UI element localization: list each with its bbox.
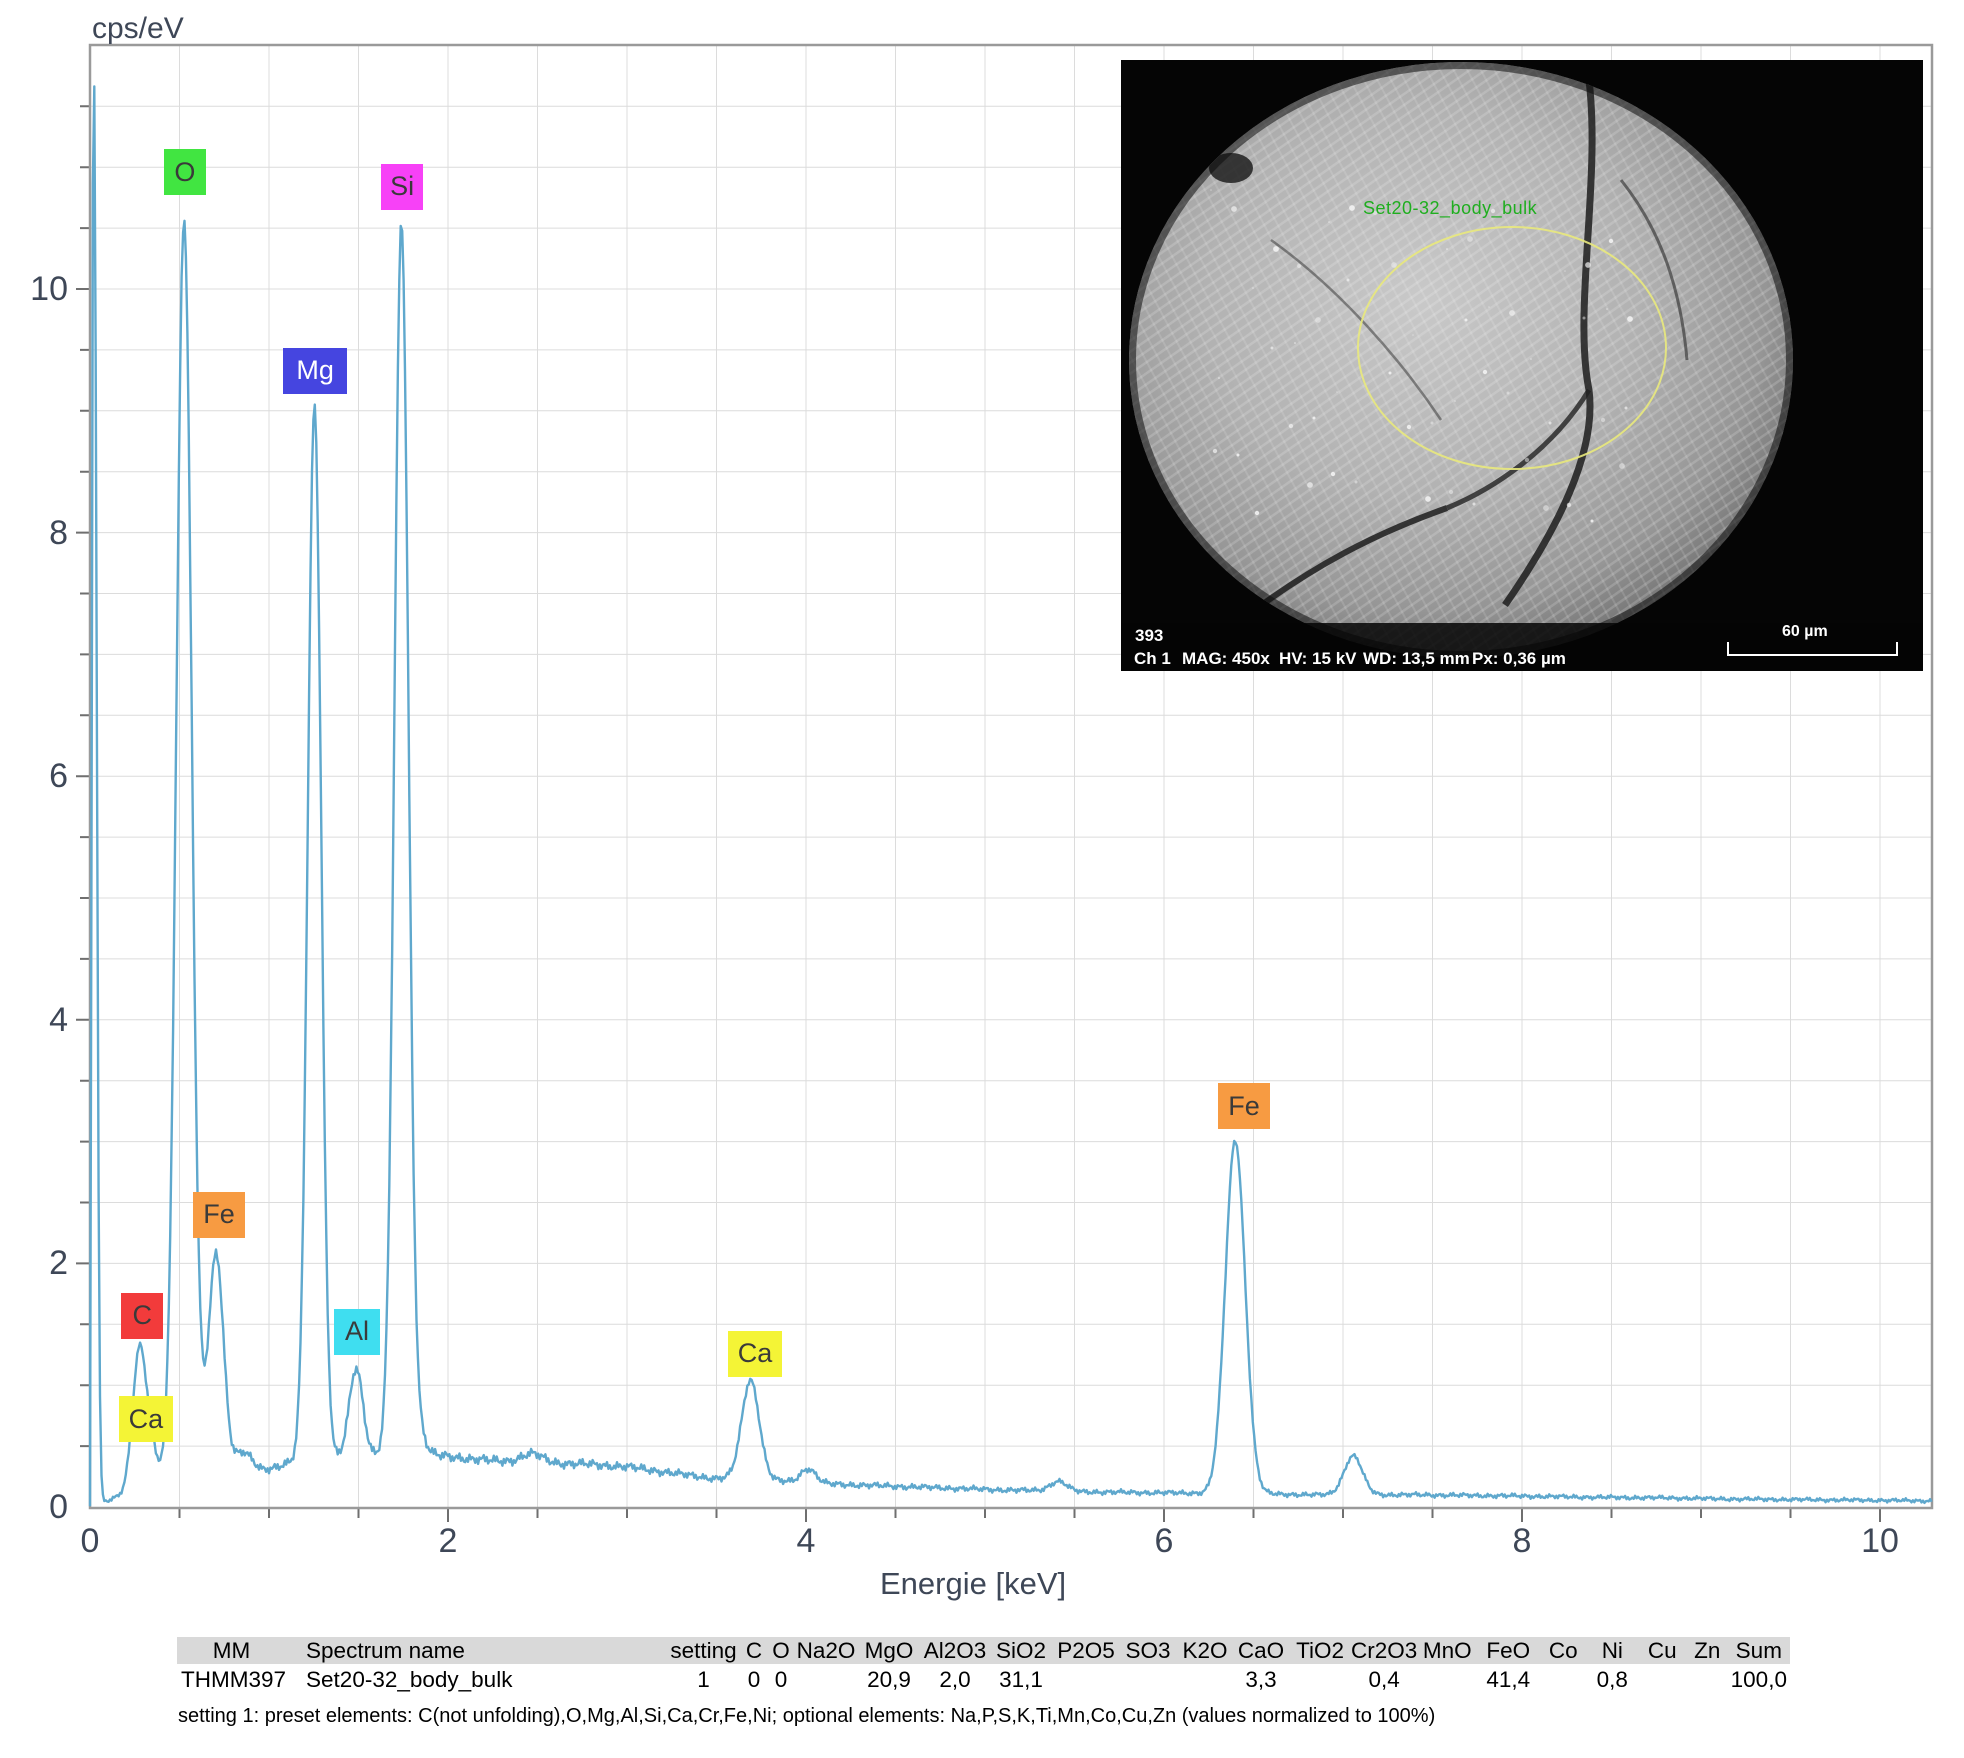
- table-header-cell: TiO2: [1289, 1637, 1352, 1664]
- sem-info-2: HV: 15 kV: [1279, 649, 1357, 668]
- scale-bar-cap-right: [1896, 642, 1898, 656]
- x-tick-label: 6: [1154, 1522, 1174, 1560]
- table-cell: 0,4: [1368, 1666, 1400, 1692]
- table-cell: 41,4: [1486, 1666, 1531, 1692]
- table-cell: 0: [747, 1666, 761, 1692]
- element-marker-c-0: C: [121, 1292, 164, 1339]
- table-header-cell: Zn: [1687, 1637, 1728, 1664]
- x-tick-label: 4: [796, 1522, 816, 1560]
- x-tick-label: 10: [1861, 1522, 1899, 1560]
- table-header-cell: K2O: [1177, 1637, 1234, 1664]
- table-cell: 31,1: [999, 1666, 1043, 1692]
- table-cell: 100,0: [1730, 1666, 1787, 1692]
- x-tick-label: 2: [438, 1522, 458, 1560]
- y-tick-label: 4: [49, 1000, 68, 1039]
- x-axis-title: Energie [keV]: [880, 1566, 1067, 1601]
- scale-bar: [1727, 654, 1898, 656]
- y-axis-title: cps/eV: [92, 12, 184, 45]
- scale-bar-label: 60 µm: [1782, 623, 1828, 640]
- element-marker-fe-3: Fe: [193, 1191, 246, 1238]
- table-cell: [1417, 1664, 1477, 1695]
- table-cell: 20,9: [867, 1666, 911, 1692]
- element-marker-si-6: Si: [381, 163, 424, 210]
- element-marker-o-2: O: [163, 149, 206, 196]
- table-header-cell: Cr2O3: [1351, 1637, 1418, 1664]
- element-marker-fe-8: Fe: [1218, 1083, 1270, 1130]
- table-header-cell: Cu: [1637, 1637, 1688, 1664]
- table-header-cell: SiO2: [989, 1637, 1054, 1664]
- table-cell: [1053, 1664, 1119, 1695]
- table-header-cell: C: [741, 1637, 768, 1664]
- sem-metadata: Ch 1 MAG: 450x HV: 15 kV WD: 13,5 mm Px: 0,3…: [1121, 649, 1923, 669]
- sem-sample-label: Set20-32_body_bulk: [1363, 198, 1538, 218]
- table-cell: 0: [774, 1666, 788, 1692]
- table-header-cell: Ni: [1587, 1637, 1638, 1664]
- quantification-table: MM Spectrum name setting C O Na2O MgO Al2O3 SiO2…: [177, 1637, 1791, 1695]
- y-tick-label: 10: [30, 270, 68, 308]
- table-header-cell: Co: [1539, 1637, 1588, 1664]
- sem-image-number: 393: [1135, 626, 1164, 645]
- table-cell: 0,8: [1596, 1666, 1628, 1692]
- y-tick-label: 6: [49, 757, 68, 796]
- table-header-cell: MgO: [857, 1637, 922, 1664]
- table-cell: [1177, 1664, 1233, 1695]
- table-header-cell: FeO: [1477, 1637, 1540, 1664]
- sem-info-0: Ch 1: [1134, 649, 1171, 668]
- table-cell: 2,0: [939, 1666, 971, 1692]
- table-cell: [1637, 1664, 1687, 1695]
- table-header-cell: SO3: [1119, 1637, 1178, 1664]
- element-marker-al-5: Al: [334, 1308, 381, 1355]
- table-header-cell: MnO: [1417, 1637, 1478, 1664]
- table-cell: THMM397: [181, 1666, 287, 1692]
- y-tick-label: 8: [49, 513, 68, 552]
- sem-info-bar: 393 Ch 1 MAG: 450x HV: 15 kV WD: 13,5 mm Px:…: [1121, 623, 1923, 671]
- table-cell: 3,3: [1245, 1666, 1277, 1692]
- eds-report-page: cps/eV Energie [keV] 0 2 4 6 8 10 0 2 4 6 8 10 C Ca O…: [0, 0, 1964, 1758]
- element-marker-mg-4: Mg: [283, 347, 348, 394]
- sem-info-3: WD: 13,5 mm: [1363, 649, 1470, 668]
- x-tick-label: 0: [80, 1522, 100, 1560]
- table-header-cell: P2O5: [1053, 1637, 1120, 1664]
- table-header-cell: MM: [177, 1637, 287, 1664]
- x-tick-label: 8: [1512, 1522, 1532, 1560]
- table-cell: 1: [697, 1666, 710, 1692]
- table-row: THMM397 Set20-32_body_bulk 1 0 0 20,9 2,0 31,1 3…: [177, 1664, 1790, 1695]
- sem-info-4: Px: 0,36 µm: [1472, 649, 1566, 668]
- table-header-cell: Al2O3: [921, 1637, 990, 1664]
- table-header-cell: CaO: [1233, 1637, 1290, 1664]
- table-header-cell: O: [767, 1637, 796, 1664]
- element-marker-ca-1: Ca: [118, 1396, 173, 1443]
- table-cell: Set20-32_body_bulk: [306, 1666, 513, 1692]
- sem-particle-image: [1121, 60, 1923, 671]
- table-header-cell: Spectrum name: [286, 1637, 667, 1664]
- table-header-cell: Na2O: [795, 1637, 858, 1664]
- sem-info-1: MAG: 450x: [1182, 649, 1270, 668]
- scale-bar-cap-left: [1727, 642, 1729, 656]
- table-header-cell: setting: [666, 1637, 742, 1664]
- setting-footnote: setting 1: preset elements: C(not unfold…: [178, 1705, 1436, 1727]
- table-cell: [1289, 1664, 1351, 1695]
- y-tick-label: 2: [49, 1244, 68, 1283]
- table-header-cell: Sum: [1727, 1637, 1791, 1664]
- table-header-row: MM Spectrum name setting C O Na2O MgO Al2O3 SiO2…: [177, 1637, 1791, 1664]
- element-marker-ca-7: Ca: [727, 1330, 782, 1377]
- table-cell: [795, 1664, 857, 1695]
- table-cell: [1119, 1664, 1177, 1695]
- y-tick-label: 0: [49, 1488, 68, 1526]
- sem-inset-image: Set20-32_body_bulk 393 Ch 1 MAG: 450x HV: …: [1121, 60, 1923, 671]
- table-cell: [1687, 1664, 1727, 1695]
- table-cell: [1539, 1664, 1587, 1695]
